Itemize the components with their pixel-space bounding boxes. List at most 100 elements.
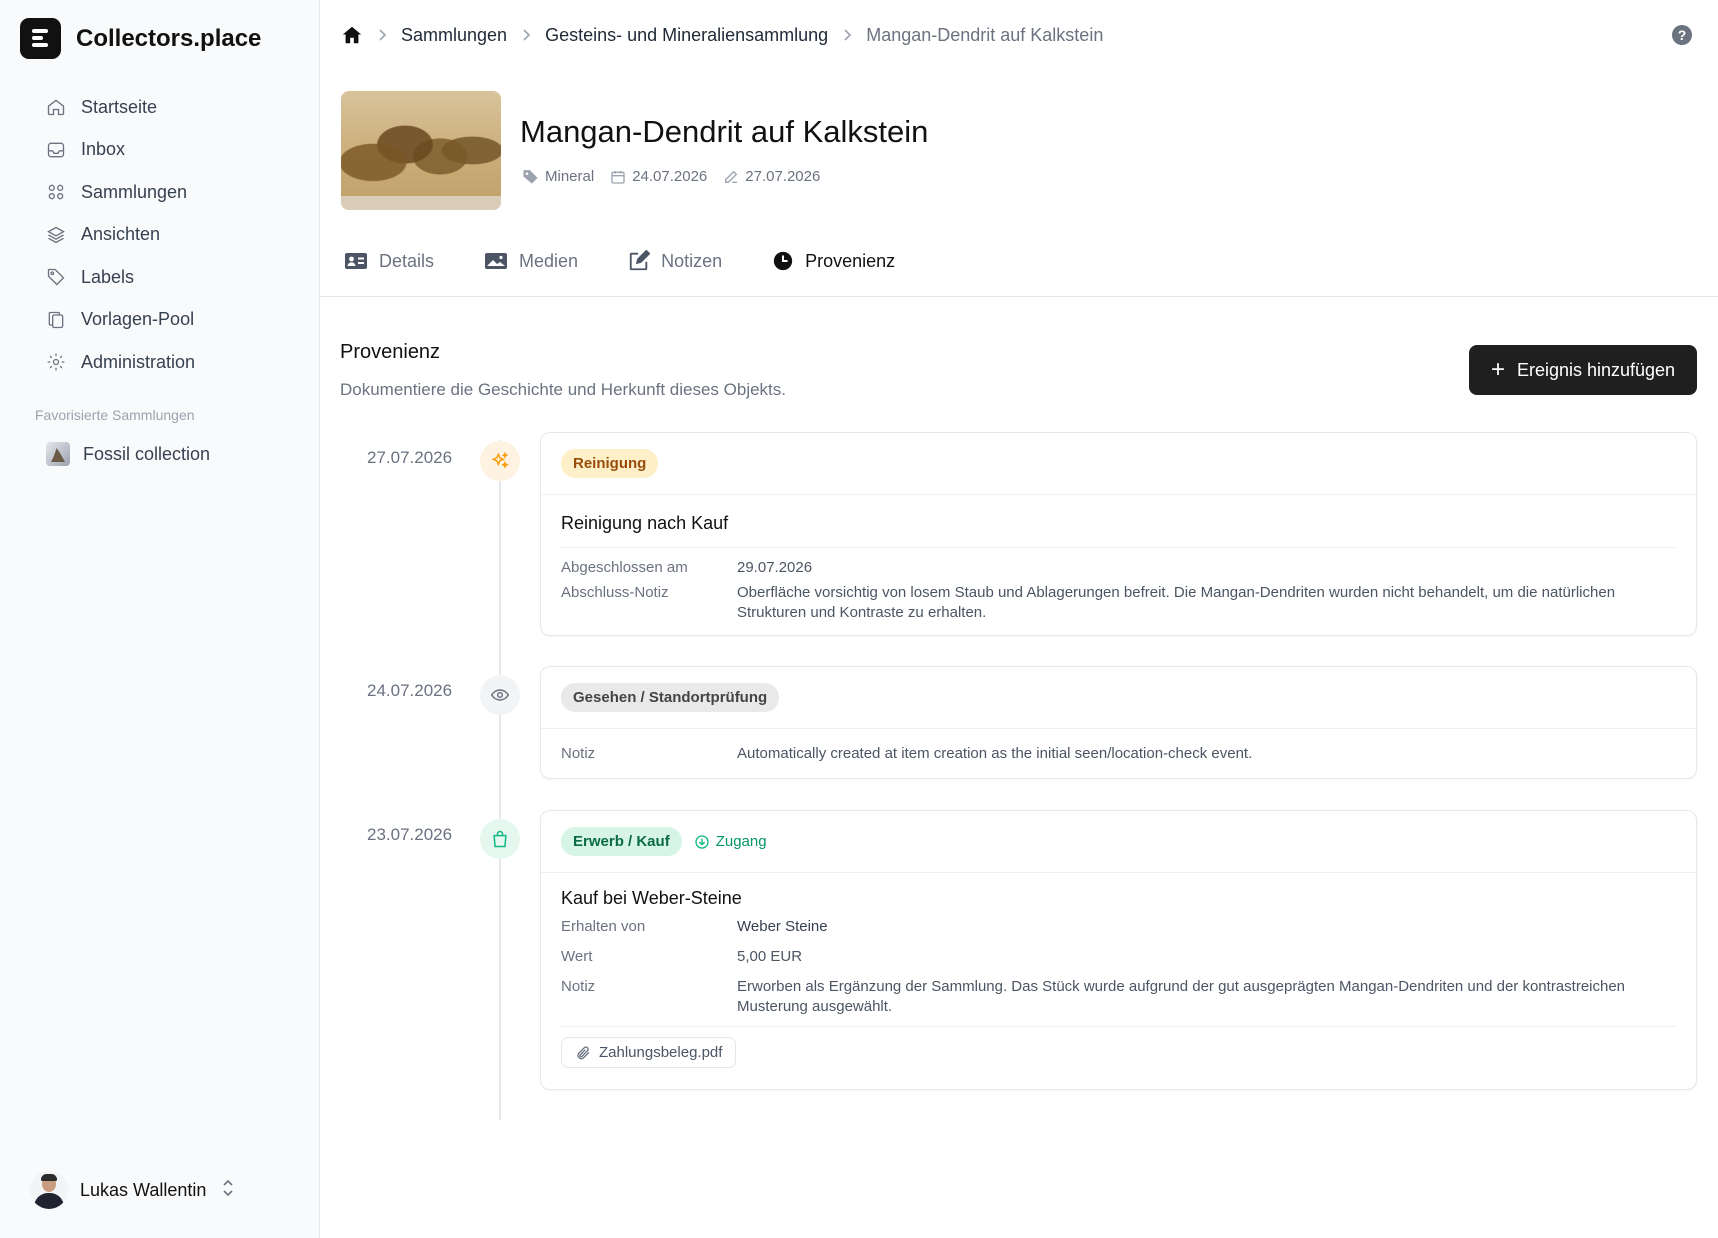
detail-value: Erworben als Ergänzung der Sammlung. Das…	[737, 978, 1626, 1015]
chevron-right-icon	[377, 28, 387, 42]
favorites-heading: Favorisierte Sammlungen	[35, 407, 195, 423]
event-card: Reinigung Reinigung nach Kauf Abgeschlos…	[540, 432, 1697, 636]
sidebar-item-sammlungen[interactable]: Sammlungen	[44, 171, 195, 214]
section-title: Provenienz	[340, 341, 441, 363]
attachments: Zahlungsbeleg.pdf	[541, 1037, 1696, 1068]
sidebar-item-label: Inbox	[81, 139, 126, 160]
detail-row: Abgeschlossen am 29.07.2026	[561, 558, 1696, 578]
acquisition-tag-label: Zugang	[715, 833, 767, 850]
detail-label: Erhalten von	[561, 918, 646, 935]
tag-icon	[44, 265, 68, 289]
detail-label: Wert	[561, 948, 593, 965]
attachment-name: Zahlungsbeleg.pdf	[599, 1044, 723, 1061]
clock-icon	[772, 250, 805, 272]
category-label: Mineral	[545, 168, 595, 185]
sidebar-item-administration[interactable]: Administration	[44, 341, 195, 384]
detail-row: Abschluss-Notiz Oberfläche vorsichtig vo…	[561, 583, 1696, 623]
sidebar-item-inbox[interactable]: Inbox	[44, 129, 195, 172]
detail-row: Notiz Erworben als Ergänzung der Sammlun…	[561, 977, 1696, 1017]
event-type-badge: Reinigung	[561, 449, 659, 478]
brand[interactable]: Collectors.place	[20, 18, 261, 59]
tab-details[interactable]: Details	[344, 250, 434, 272]
eye-icon	[480, 675, 520, 715]
sidebar-item-ansichten[interactable]: Ansichten	[44, 214, 195, 257]
tag-icon	[522, 168, 545, 185]
sidebar-item-label: Ansichten	[81, 224, 161, 245]
edit-icon	[628, 250, 661, 272]
sidebar-item-label: Vorlagen-Pool	[81, 309, 195, 330]
main-content: Sammlungen Gesteins- und Mineraliensamml…	[320, 0, 1718, 1238]
tab-label: Notizen	[661, 250, 723, 271]
tab-notizen[interactable]: Notizen	[628, 250, 722, 272]
event-card: Gesehen / Standortprüfung Notiz Automati…	[540, 666, 1697, 779]
created-meta: 24.07.2026	[610, 168, 707, 185]
detail-row: Notiz Automatically created at item crea…	[561, 744, 1696, 764]
chevron-up-down-icon	[220, 1179, 236, 1202]
help-icon[interactable]: ?	[1672, 25, 1692, 45]
detail-label: Notiz	[561, 745, 596, 762]
sidebar-item-vorlagen-pool[interactable]: Vorlagen-Pool	[44, 299, 195, 342]
event-type-badge: Gesehen / Standortprüfung	[561, 683, 780, 712]
image-icon	[484, 251, 519, 271]
detail-label: Abgeschlossen am	[561, 559, 688, 576]
breadcrumb-current: Mangan-Dendrit auf Kalkstein	[866, 24, 1104, 45]
detail-value: Automatically created at item creation a…	[737, 745, 1253, 762]
favorite-collection-item[interactable]: Fossil collection	[46, 442, 210, 466]
modified-date: 27.07.2026	[745, 168, 821, 185]
add-event-label: Ereignis hinzufügen	[1516, 359, 1676, 380]
app-logo-icon	[20, 18, 61, 59]
item-image[interactable]	[341, 91, 501, 210]
event-title: Kauf bei Weber-Steine	[561, 888, 742, 908]
tab-medien[interactable]: Medien	[484, 250, 578, 272]
sidebar-item-label: Administration	[81, 351, 196, 372]
divider	[561, 1026, 1676, 1027]
id-card-icon	[344, 251, 379, 271]
add-event-button[interactable]: + Ereignis hinzufügen	[1469, 345, 1697, 395]
event-details: Notiz Automatically created at item crea…	[541, 744, 1696, 764]
inbox-icon	[44, 138, 68, 162]
tabs-divider	[320, 296, 1718, 297]
plus-icon: +	[1490, 356, 1505, 383]
divider	[561, 547, 1676, 548]
sidebar-item-startseite[interactable]: Startseite	[44, 86, 195, 129]
sidebar-item-labels[interactable]: Labels	[44, 256, 195, 299]
created-date: 24.07.2026	[632, 168, 708, 185]
tab-label: Medien	[519, 250, 579, 271]
detail-label: Notiz	[561, 978, 596, 995]
avatar	[30, 1171, 68, 1209]
detail-value: Weber Steine	[737, 918, 828, 935]
detail-value: Oberfläche vorsichtig von losem Staub un…	[737, 584, 1616, 621]
attachment-chip[interactable]: Zahlungsbeleg.pdf	[561, 1037, 737, 1068]
event-card: Erwerb / Kauf Zugang Kauf bei Weber-Stei…	[540, 810, 1697, 1090]
detail-row: Wert 5,00 EUR	[561, 947, 1696, 967]
copy-icon	[44, 308, 68, 332]
sidebar-nav: Startseite Inbox Sammlungen Ansichten La…	[44, 86, 195, 384]
grid-icon	[44, 180, 68, 204]
user-menu[interactable]: Lukas Wallentin	[30, 1171, 236, 1209]
sidebar: Collectors.place Startseite Inbox Sammlu…	[0, 0, 320, 1238]
home-icon[interactable]	[341, 24, 363, 46]
chevron-right-icon	[842, 28, 852, 42]
sidebar-item-label: Labels	[81, 266, 135, 287]
detail-value: 29.07.2026	[737, 559, 813, 576]
favorite-collection-label: Fossil collection	[83, 443, 211, 464]
arrow-in-circle-icon	[694, 834, 716, 850]
event-type-badge: Erwerb / Kauf	[561, 827, 682, 856]
app-name: Collectors.place	[76, 24, 262, 52]
layers-icon	[44, 223, 68, 247]
event-card-header: Gesehen / Standortprüfung	[541, 667, 1696, 729]
breadcrumb-link-collection[interactable]: Gesteins- und Mineraliensammlung	[545, 25, 828, 46]
event-date: 24.07.2026	[367, 681, 453, 700]
tab-label: Details	[379, 250, 435, 271]
breadcrumb-link-sammlungen[interactable]: Sammlungen	[401, 25, 507, 46]
chevron-right-icon	[521, 28, 531, 42]
edit-icon	[723, 169, 745, 185]
detail-row: Erhalten von Weber Steine	[561, 917, 1696, 937]
item-meta: Mineral 24.07.2026 27.07.2026	[522, 168, 836, 185]
modified-meta: 27.07.2026	[723, 168, 820, 185]
collection-thumbnail	[46, 442, 70, 466]
tab-provenienz[interactable]: Provenienz	[772, 250, 895, 272]
paperclip-icon	[575, 1045, 599, 1061]
shopping-bag-icon	[480, 819, 520, 859]
page-title: Mangan-Dendrit auf Kalkstein	[520, 114, 929, 149]
